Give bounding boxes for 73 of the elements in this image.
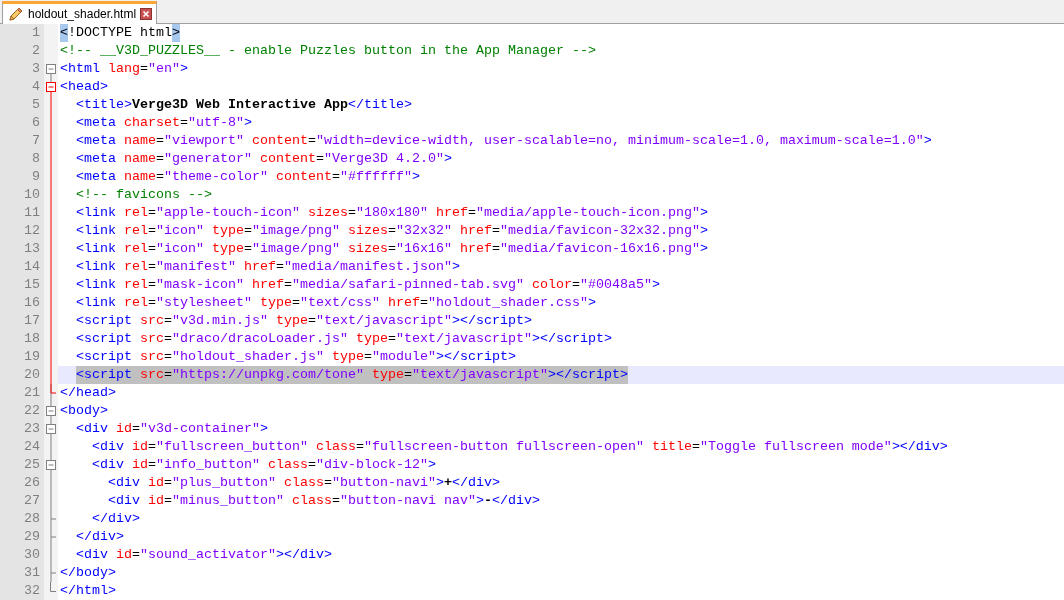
code-line: </head> — [60, 384, 116, 402]
line-number: 25 — [0, 456, 44, 474]
pencil-icon — [8, 6, 24, 22]
code-line: <link rel="mask-icon" href="media/safari-pinned-tab.svg" color="#0048a5"> — [76, 276, 660, 294]
line-number: 10 — [0, 186, 44, 204]
code-line: <div id="info_button" class="div-block-12"> — [92, 456, 436, 474]
line-number: 28 — [0, 510, 44, 528]
code-line: <link rel="stylesheet" type="text/css" href="holdout_shader.css"> — [76, 294, 596, 312]
line-number: 17 — [0, 312, 44, 330]
line-number: 3 — [0, 60, 44, 78]
code-line: <link rel="icon" type="image/png" sizes="32x32" href="media/favicon-32x32.png"> — [76, 222, 708, 240]
line-number: 4 — [0, 78, 44, 96]
line-number: 21 — [0, 384, 44, 402]
code-line: <meta charset="utf-8"> — [76, 114, 252, 132]
line-number: 31 — [0, 564, 44, 582]
code-line: <div id="fullscreen_button" class="fullscreen-button fullscreen-open" title="Toggle fullscreen mode"></div> — [92, 438, 948, 456]
code-line: <div id="plus_button" class="button-navi">+</div> — [108, 474, 500, 492]
code-line: <link rel="manifest" href="media/manifest.json"> — [76, 258, 460, 276]
line-number: 14 — [0, 258, 44, 276]
fold-toggle[interactable] — [44, 402, 58, 420]
line-number: 5 — [0, 96, 44, 114]
code-line: <link rel="icon" type="image/png" sizes="16x16" href="media/favicon-16x16.png"> — [76, 240, 708, 258]
line-number: 2 — [0, 42, 44, 60]
code-line: <div id="v3d-container"> — [76, 420, 268, 438]
line-number: 24 — [0, 438, 44, 456]
tab-label: holdout_shader.html — [28, 7, 137, 21]
line-number: 12 — [0, 222, 44, 240]
fold-toggle[interactable] — [44, 78, 58, 96]
code-line: <html lang="en"> — [60, 60, 188, 78]
code-line: </div> — [92, 510, 140, 528]
line-number: 29 — [0, 528, 44, 546]
code-line: </div> — [76, 528, 124, 546]
line-number: 18 — [0, 330, 44, 348]
line-number: 27 — [0, 492, 44, 510]
code-line: <script src="holdout_shader.js" type="module"></script> — [76, 348, 516, 366]
code-line: <head> — [60, 78, 108, 96]
brace-match: < — [60, 24, 68, 42]
line-number: 15 — [0, 276, 44, 294]
line-number: 26 — [0, 474, 44, 492]
code-line: <link rel="apple-touch-icon" sizes="180x180" href="media/apple-touch-icon.png"> — [76, 204, 708, 222]
line-number: 6 — [0, 114, 44, 132]
code-line: <!-- __V3D_PUZZLES__ - enable Puzzles button in the App Manager --> — [60, 42, 596, 60]
code-text: !DOCTYPE html — [68, 24, 172, 42]
file-tab[interactable]: holdout_shader.html — [2, 1, 158, 24]
fold-toggle[interactable] — [44, 420, 58, 438]
code-line: <title>Verge3D Web Interactive App</title> — [76, 96, 412, 114]
line-number: 22 — [0, 402, 44, 420]
line-number: 20 — [0, 366, 44, 384]
code-line: </body> — [60, 564, 116, 582]
code-line: <!-- favicons --> — [76, 186, 212, 204]
code-line: <meta name="generator" content="Verge3D 4.2.0"> — [76, 150, 452, 168]
line-number: 11 — [0, 204, 44, 222]
line-number: 16 — [0, 294, 44, 312]
line-number: 13 — [0, 240, 44, 258]
code-line: <div id="minus_button" class="button-navi nav">-</div> — [108, 492, 540, 510]
code-line: <script src="v3d.min.js" type="text/javascript"></script> — [76, 312, 532, 330]
line-number: 30 — [0, 546, 44, 564]
code-line: <meta name="theme-color" content="#ffffff"> — [76, 168, 420, 186]
line-number: 32 — [0, 582, 44, 600]
code-line: <div id="sound_activator"></div> — [76, 546, 332, 564]
line-number: 19 — [0, 348, 44, 366]
close-icon[interactable] — [140, 8, 153, 20]
line-number: 1 — [0, 24, 44, 42]
code-line: </html> — [60, 582, 116, 600]
line-number: 9 — [0, 168, 44, 186]
line-number: 8 — [0, 150, 44, 168]
code-line: <script src="draco/dracoLoader.js" type="text/javascript"></script> — [76, 330, 612, 348]
line-number: 7 — [0, 132, 44, 150]
fold-toggle[interactable] — [44, 456, 58, 474]
brace-match: > — [172, 24, 180, 42]
code-line: <meta name="viewport" content="width=device-width, user-scalable=no, minimum-scale=1.0, maximum-scale=1.0"> — [76, 132, 932, 150]
code-line: <body> — [60, 402, 108, 420]
line-number: 23 — [0, 420, 44, 438]
